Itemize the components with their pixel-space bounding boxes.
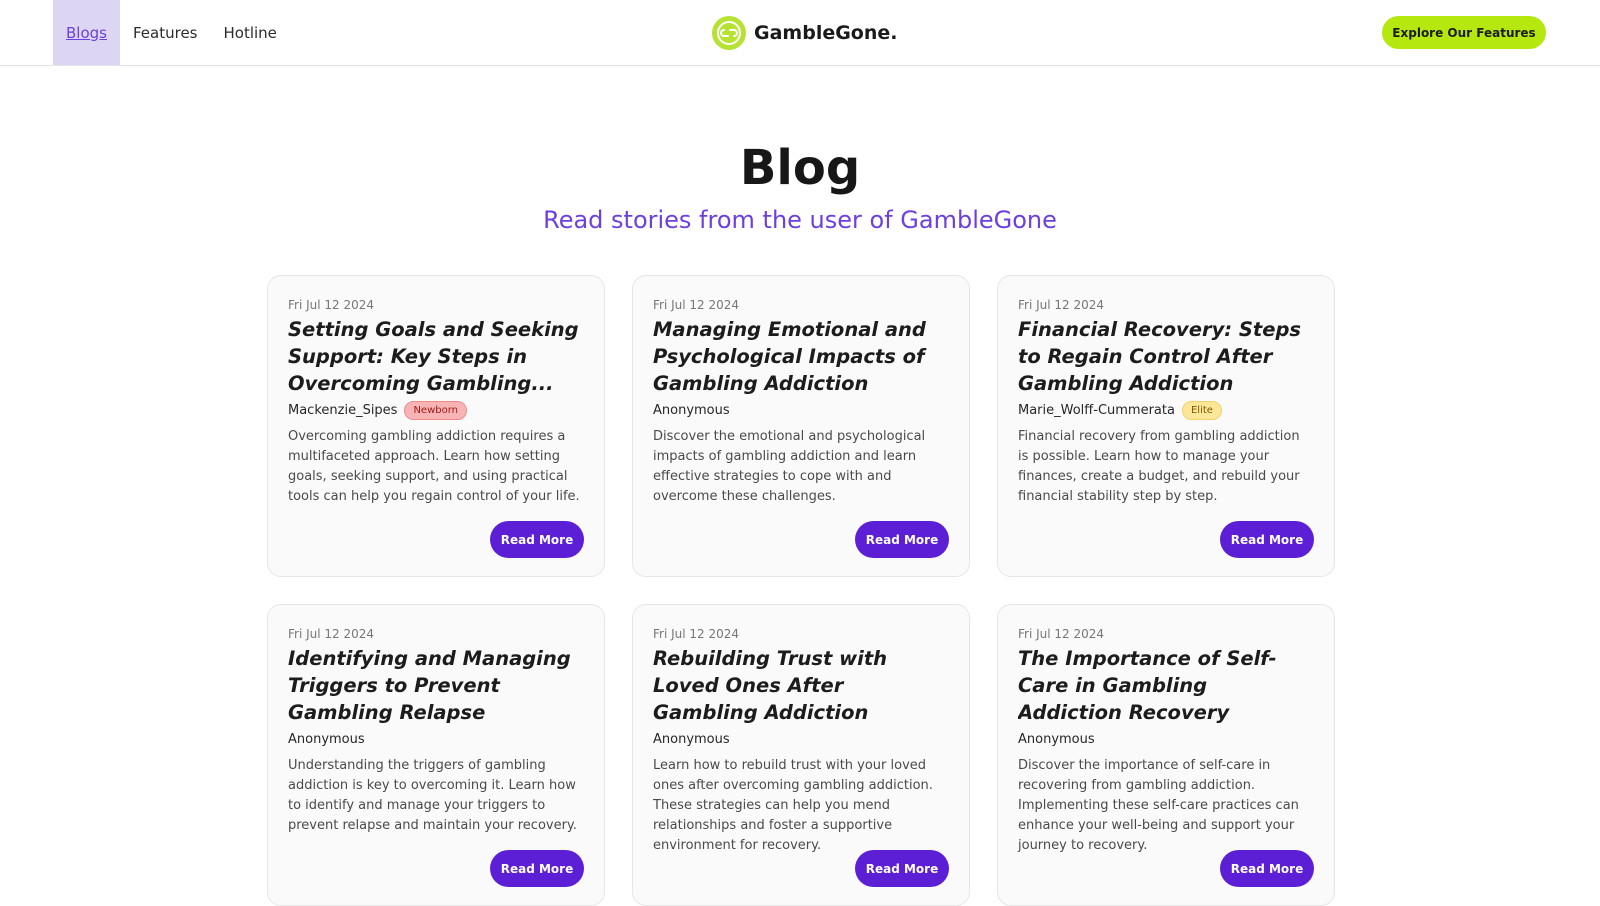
blog-card: Fri Jul 12 2024 Identifying and Managing… bbox=[267, 604, 605, 906]
post-excerpt: Discover the importance of self-care in … bbox=[1018, 758, 1299, 853]
post-excerpt: Discover the emotional and psychological… bbox=[653, 429, 926, 504]
post-author: Anonymous bbox=[288, 732, 365, 747]
blog-card: Fri Jul 12 2024 Managing Emotional and P… bbox=[632, 275, 970, 577]
post-author: Mackenzie_Sipes bbox=[288, 403, 398, 418]
post-author-row: Anonymous bbox=[288, 730, 584, 749]
post-author-row: Marie_Wolff-Cummerata Elite bbox=[1018, 401, 1314, 420]
post-title[interactable]: Financial Recovery: Steps to Regain Cont… bbox=[1018, 316, 1314, 397]
post-author: Anonymous bbox=[1018, 732, 1095, 747]
post-date: Fri Jul 12 2024 bbox=[653, 298, 740, 312]
post-date: Fri Jul 12 2024 bbox=[288, 627, 375, 641]
page-title: Blog bbox=[739, 140, 861, 196]
post-title[interactable]: Identifying and Managing Triggers to Pre… bbox=[288, 645, 584, 726]
post-excerpt: Financial recovery from gambling addicti… bbox=[1018, 429, 1300, 504]
post-author: Anonymous bbox=[653, 403, 730, 418]
read-more-button[interactable]: Read More bbox=[1220, 521, 1314, 558]
read-more-button[interactable]: Read More bbox=[490, 850, 584, 887]
post-date: Fri Jul 12 2024 bbox=[288, 298, 375, 312]
nav-links: Blogs Features Hotline bbox=[53, 0, 290, 65]
post-author-row: Anonymous bbox=[653, 401, 949, 420]
read-more-button[interactable]: Read More bbox=[490, 521, 584, 558]
brand-logo-link[interactable]: GambleGone. bbox=[712, 15, 898, 51]
post-title[interactable]: Managing Emotional and Psychological Imp… bbox=[653, 316, 949, 397]
gamblegone-logo-icon bbox=[712, 16, 746, 50]
post-author: Marie_Wolff-Cummerata bbox=[1018, 403, 1175, 418]
post-author-row: Anonymous bbox=[1018, 730, 1314, 749]
read-more-button[interactable]: Read More bbox=[855, 850, 949, 887]
post-excerpt: Learn how to rebuild trust with your lov… bbox=[653, 758, 933, 853]
author-rank-badge: Elite bbox=[1181, 401, 1222, 420]
blog-card: Fri Jul 12 2024 The Importance of Self-C… bbox=[997, 604, 1335, 906]
post-title[interactable]: Setting Goals and Seeking Support: Key S… bbox=[288, 316, 584, 397]
post-title[interactable]: Rebuilding Trust with Loved Ones After G… bbox=[653, 645, 949, 726]
post-author-row: Anonymous bbox=[653, 730, 949, 749]
blog-card: Fri Jul 12 2024 Rebuilding Trust with Lo… bbox=[632, 604, 970, 906]
blog-card: Fri Jul 12 2024 Setting Goals and Seekin… bbox=[267, 275, 605, 577]
nav-link-hotline[interactable]: Hotline bbox=[210, 0, 289, 65]
post-date: Fri Jul 12 2024 bbox=[1018, 627, 1105, 641]
nav-link-blogs[interactable]: Blogs bbox=[53, 0, 120, 65]
post-author: Anonymous bbox=[653, 732, 730, 747]
page-subtitle: Read stories from the user of GambleGone bbox=[543, 206, 1057, 234]
post-author-row: Mackenzie_Sipes Newborn bbox=[288, 401, 584, 420]
post-excerpt: Overcoming gambling addiction requires a… bbox=[288, 429, 580, 504]
post-date: Fri Jul 12 2024 bbox=[653, 627, 740, 641]
brand-name: GambleGone. bbox=[754, 22, 898, 44]
read-more-button[interactable]: Read More bbox=[1220, 850, 1314, 887]
post-date: Fri Jul 12 2024 bbox=[1018, 298, 1105, 312]
post-excerpt: Understanding the triggers of gambling a… bbox=[288, 758, 577, 833]
top-navbar: Blogs Features Hotline GambleGone. Explo… bbox=[0, 0, 1600, 66]
explore-features-button[interactable]: Explore Our Features bbox=[1382, 16, 1546, 49]
blog-grid: Fri Jul 12 2024 Setting Goals and Seekin… bbox=[267, 275, 1335, 906]
blog-card: Fri Jul 12 2024 Financial Recovery: Step… bbox=[997, 275, 1335, 577]
post-title[interactable]: The Importance of Self-Care in Gambling … bbox=[1018, 645, 1314, 726]
author-rank-badge: Newborn bbox=[404, 401, 468, 420]
nav-link-features[interactable]: Features bbox=[120, 0, 211, 65]
read-more-button[interactable]: Read More bbox=[855, 521, 949, 558]
